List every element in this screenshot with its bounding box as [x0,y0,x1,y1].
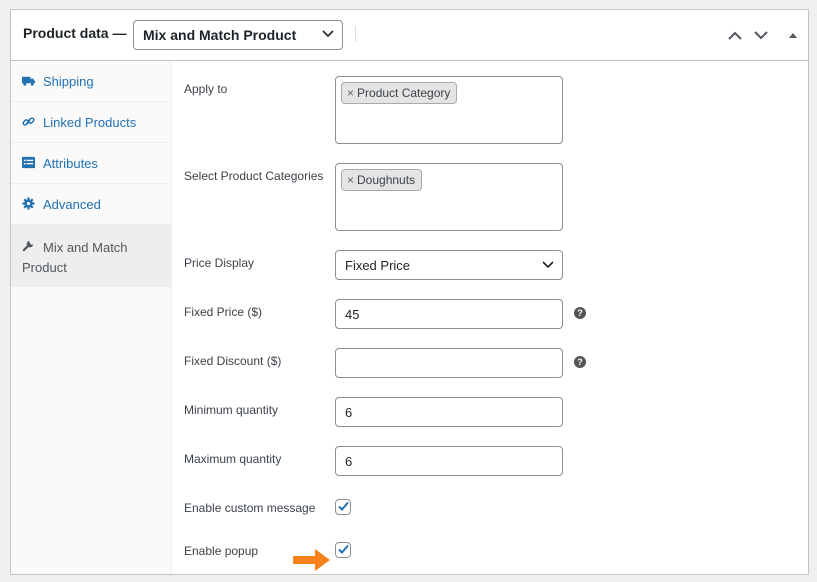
truck-icon [22,76,35,86]
mix-and-match-options: Apply to × Product Category Select Produc… [173,61,808,574]
checkmark-icon [338,501,349,511]
tab-label: Linked Products [43,115,137,130]
token-label: Doughnuts [357,173,416,187]
max-quantity-input[interactable]: 6 [335,446,563,476]
panel-header: Product data — Mix and Match Product [11,10,808,61]
fixed-discount-label: Fixed Discount ($) [184,354,282,368]
list-icon [22,156,35,169]
fixed-price-input[interactable]: 45 [335,299,563,329]
tab-label: Shipping [43,74,94,89]
fixed-price-label: Fixed Price ($) [184,305,263,319]
product-data-panel: Product data — Mix and Match Product Shi… [10,9,809,575]
tab-attributes[interactable]: Attributes [11,143,171,184]
min-quantity-label: Minimum quantity [184,403,279,417]
tab-advanced[interactable]: Advanced [11,184,171,225]
checkmark-icon [338,544,349,554]
tab-shipping[interactable]: Shipping [11,61,171,102]
arrow-right-icon [293,549,330,571]
categories-label: Select Product Categories [184,169,324,183]
link-icon [22,117,35,126]
collapse-toggle-icon[interactable] [785,28,801,42]
product-type-select[interactable]: Mix and Match Product [133,20,343,50]
move-down-icon[interactable] [753,28,769,42]
remove-token-icon[interactable]: × [347,173,354,187]
min-quantity-value: 6 [345,405,353,420]
gear-icon [22,197,35,210]
max-quantity-value: 6 [345,454,353,469]
header-divider [355,26,356,42]
product-data-tabs: Shipping Linked Products Attributes Adva… [11,61,172,574]
move-up-icon[interactable] [727,28,743,42]
panel-title: Product data — [23,25,127,41]
price-display-select[interactable]: Fixed Price [335,250,563,280]
popup-checkbox[interactable] [335,542,351,558]
price-display-label: Price Display [184,256,255,270]
max-quantity-label: Maximum quantity [184,452,282,466]
tab-mix-and-match[interactable]: Mix and Match Product [11,225,171,287]
min-quantity-input[interactable]: 6 [335,397,563,427]
tab-linked-products[interactable]: Linked Products [11,102,171,143]
categories-field[interactable]: × Doughnuts [335,163,563,231]
token-label: Product Category [357,86,451,100]
custom-message-label: Enable custom message [184,501,316,515]
tab-label: Attributes [43,156,98,171]
product-type-value: Mix and Match Product [143,27,297,43]
remove-token-icon[interactable]: × [347,86,354,100]
chevron-down-icon [322,30,334,38]
fixed-price-value: 45 [345,307,360,322]
tab-label: Advanced [43,197,101,212]
popup-label: Enable popup [184,544,259,558]
custom-message-checkbox[interactable] [335,499,351,515]
category-token[interactable]: × Doughnuts [341,169,423,191]
apply-to-token[interactable]: × Product Category [341,82,458,104]
fixed-discount-input[interactable] [335,348,563,378]
help-icon[interactable]: ? [574,356,586,368]
chevron-down-icon [542,261,554,269]
apply-to-field[interactable]: × Product Category [335,76,563,144]
price-display-value: Fixed Price [345,258,411,273]
help-icon[interactable]: ? [574,307,586,319]
apply-to-label: Apply to [184,82,228,96]
tab-label: Mix and Match Product [22,240,128,275]
